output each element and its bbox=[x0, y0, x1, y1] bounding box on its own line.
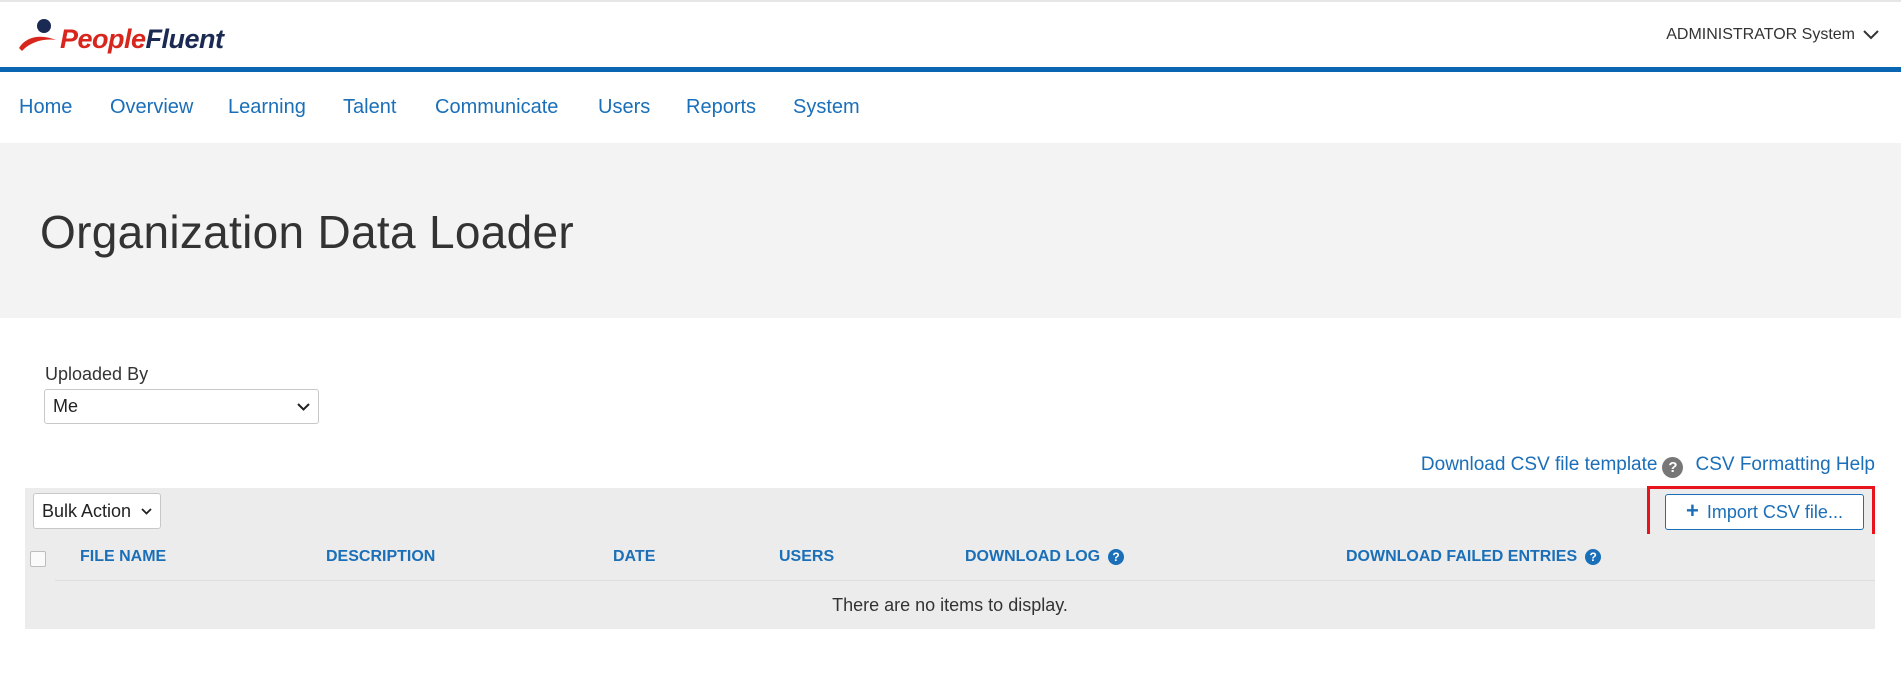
user-menu-label: ADMINISTRATOR System bbox=[1666, 26, 1855, 43]
column-description[interactable]: DESCRIPTION bbox=[326, 548, 435, 566]
logo-text: PeopleFluent bbox=[60, 23, 224, 54]
chevron-down-icon bbox=[141, 507, 152, 515]
nav-item-communicate[interactable]: Communicate bbox=[435, 96, 558, 119]
uploaded-by-label: Uploaded By bbox=[45, 364, 149, 384]
empty-message: There are no items to display. bbox=[832, 595, 1068, 615]
select-all-checkbox[interactable] bbox=[30, 551, 46, 567]
uploaded-by-value: Me bbox=[53, 396, 79, 416]
table-body: There are no items to display. bbox=[25, 581, 1875, 629]
column-date[interactable]: DATE bbox=[613, 548, 655, 566]
nav-item-home[interactable]: Home bbox=[19, 96, 72, 119]
bulk-action-select[interactable]: Bulk Action bbox=[33, 493, 161, 529]
column-users[interactable]: USERS bbox=[779, 548, 834, 566]
user-menu[interactable]: ADMINISTRATOR System bbox=[1666, 26, 1879, 44]
plus-icon: + bbox=[1686, 498, 1699, 523]
page-title: Organization Data Loader bbox=[40, 206, 574, 258]
bulk-action-label: Bulk Action bbox=[42, 500, 132, 521]
question-circle-icon[interactable]: ? bbox=[1662, 456, 1684, 478]
column-download-failed-entries[interactable]: DOWNLOAD FAILED ENTRIES? bbox=[1346, 548, 1602, 566]
question-circle-icon[interactable]: ? bbox=[1108, 549, 1125, 565]
page-header: Organization Data Loader bbox=[0, 143, 1901, 318]
column-download-log[interactable]: DOWNLOAD LOG? bbox=[965, 548, 1125, 566]
csv-formatting-help-link[interactable]: CSV Formatting Help bbox=[1695, 454, 1875, 476]
download-template-link[interactable]: Download CSV file template bbox=[1421, 454, 1658, 476]
table-header: FILE NAME DESCRIPTION DATE USERS DOWNLOA… bbox=[25, 534, 1875, 582]
grid-toolbar: Bulk Action bbox=[25, 488, 1875, 534]
nav-item-reports[interactable]: Reports bbox=[686, 96, 756, 119]
uploaded-by-select[interactable]: Me bbox=[44, 389, 319, 424]
csv-links: Download CSV file template ? CSV Formatt… bbox=[1421, 454, 1875, 478]
nav-item-talent[interactable]: Talent bbox=[343, 96, 396, 119]
chevron-down-icon bbox=[297, 402, 310, 411]
peoplefluent-logo[interactable]: PeopleFluent bbox=[18, 16, 224, 56]
logo-icon bbox=[19, 19, 56, 51]
nav-item-users[interactable]: Users bbox=[598, 96, 650, 119]
nav-item-overview[interactable]: Overview bbox=[110, 96, 193, 119]
nav-item-system[interactable]: System bbox=[793, 96, 860, 119]
main-nav: Home Overview Learning Talent Communicat… bbox=[0, 72, 1901, 142]
column-file-name[interactable]: FILE NAME bbox=[80, 548, 166, 566]
nav-item-learning[interactable]: Learning bbox=[228, 96, 306, 119]
import-csv-label: Import CSV file... bbox=[1706, 501, 1843, 522]
import-csv-button[interactable]: + Import CSV file... bbox=[1665, 494, 1864, 530]
question-circle-icon[interactable]: ? bbox=[1585, 549, 1602, 565]
top-header: PeopleFluent ADMINISTRATOR System bbox=[0, 0, 1901, 68]
chevron-down-icon bbox=[1863, 30, 1879, 40]
